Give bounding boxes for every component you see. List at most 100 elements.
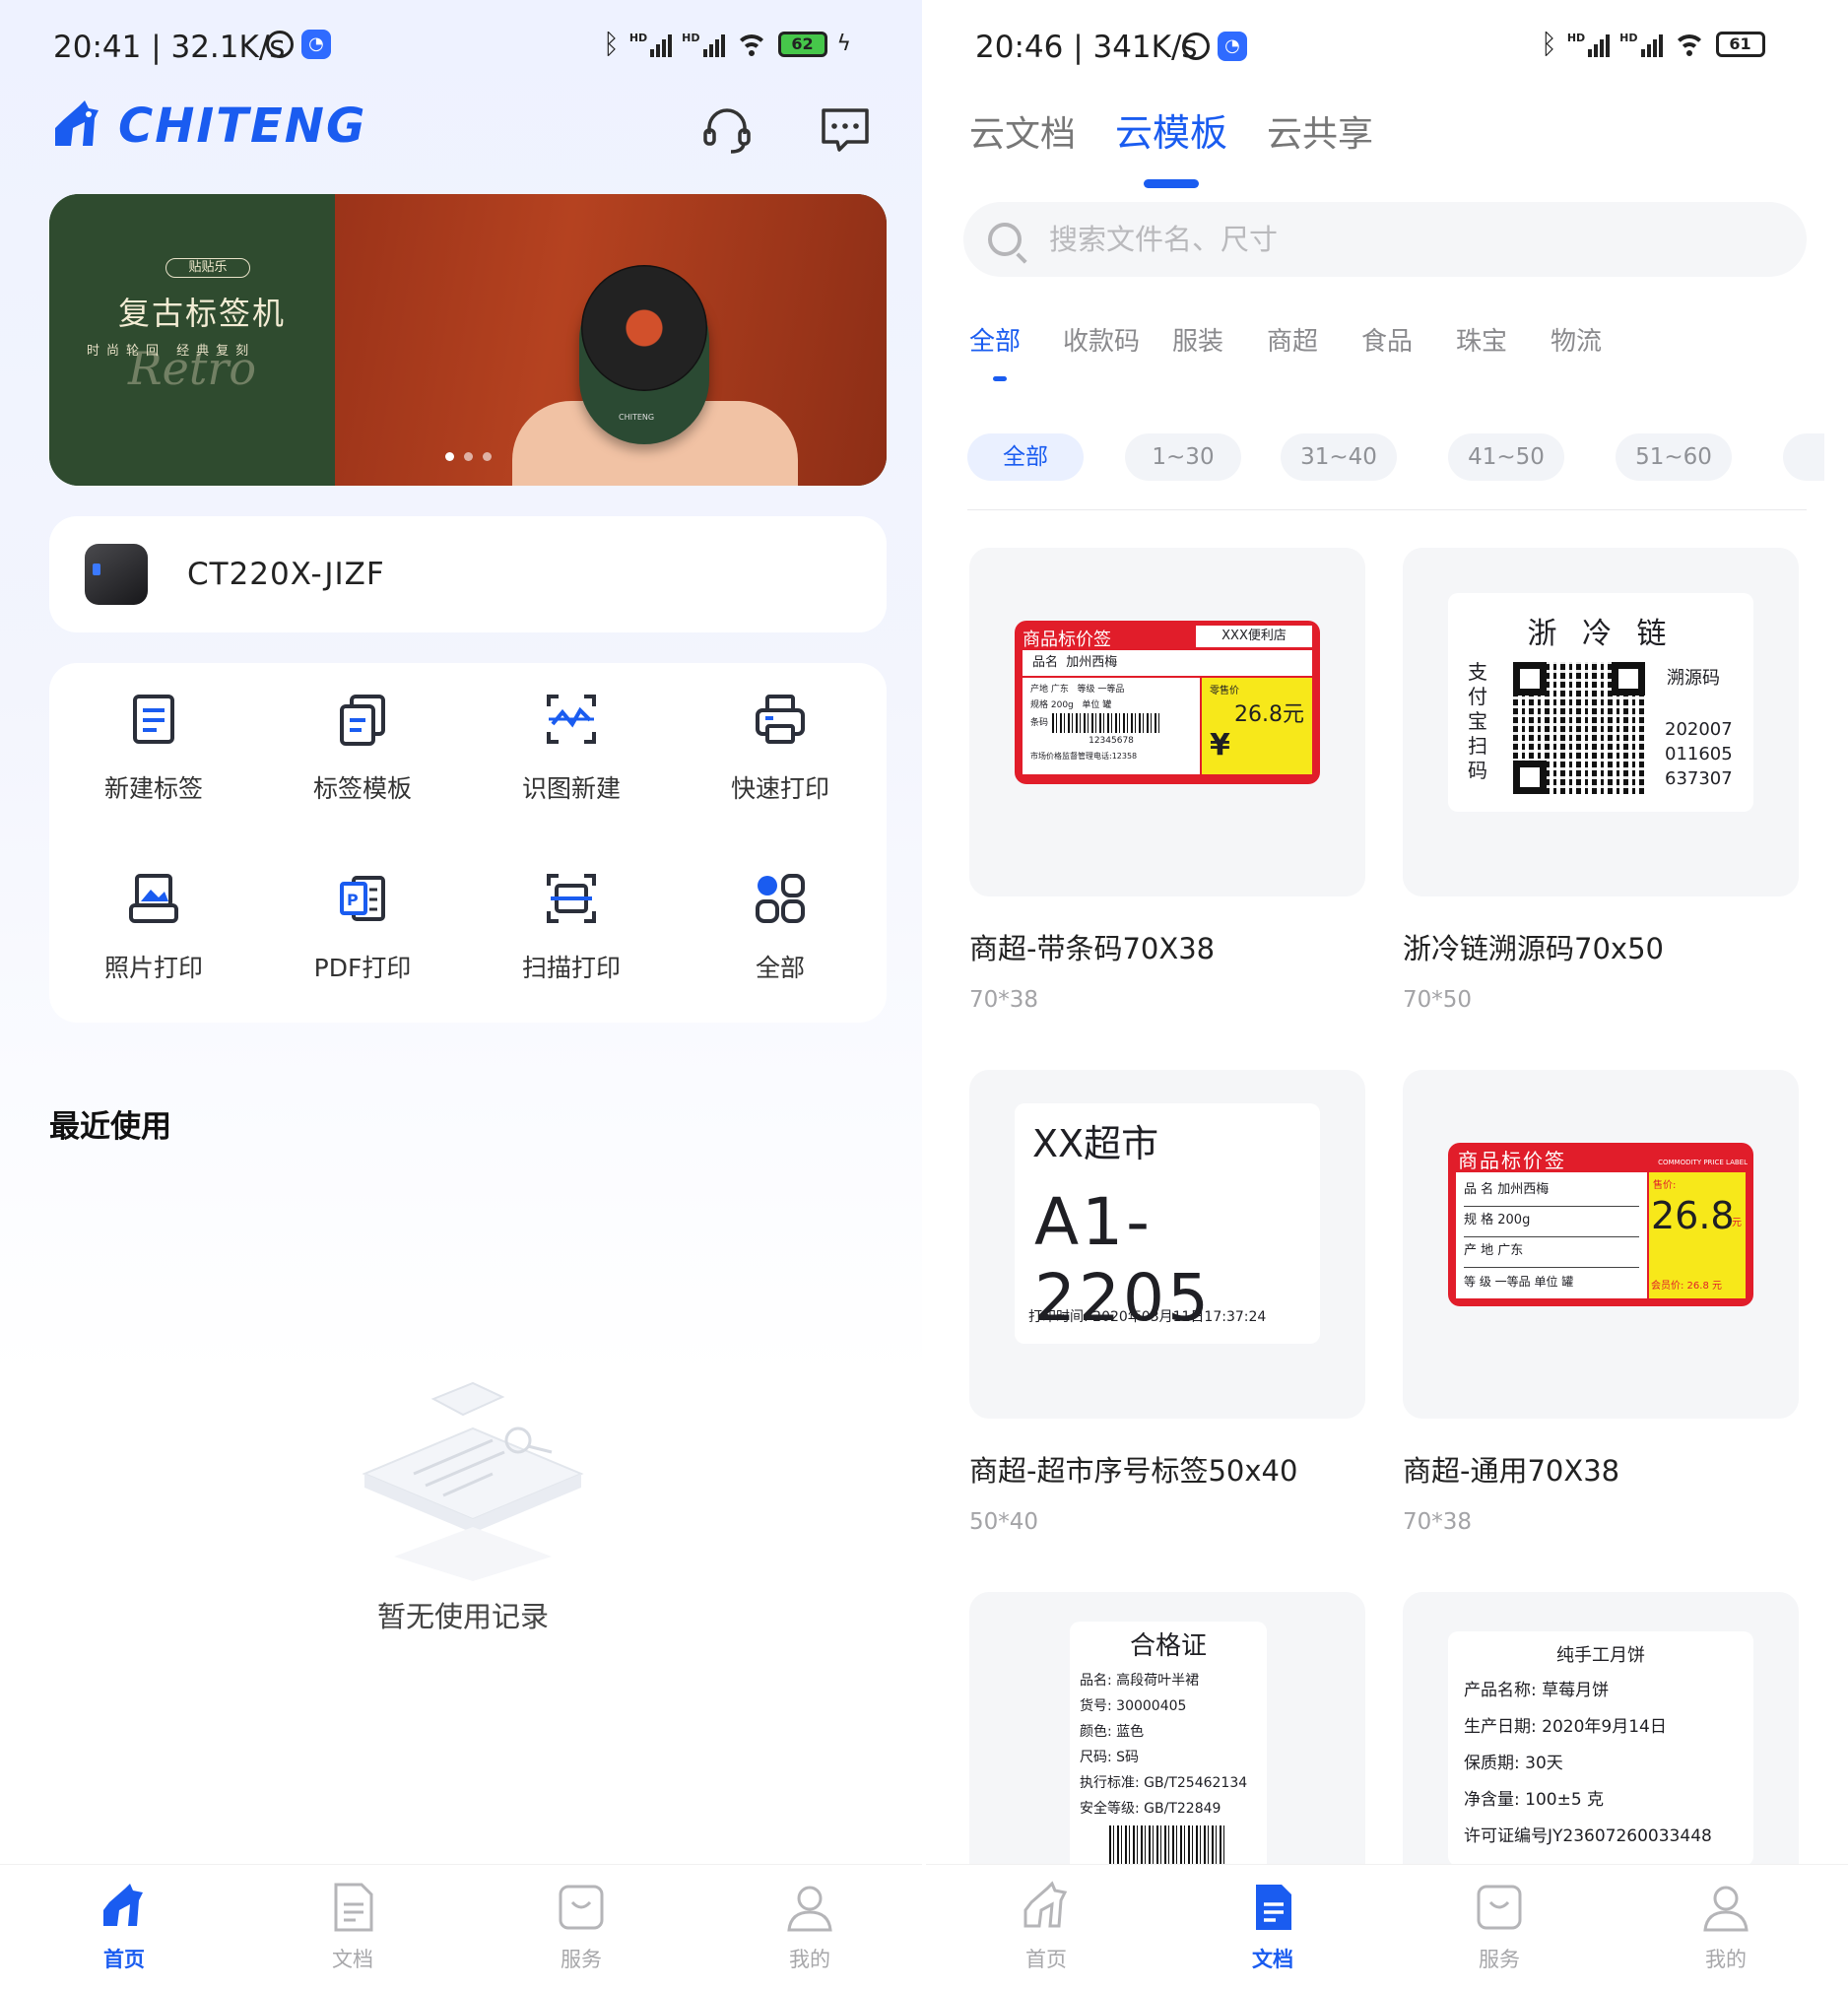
app-notify-icon: ◔ [1218, 32, 1247, 61]
recent-section-title: 最近使用 [49, 1109, 171, 1145]
template-size: 70*38 [969, 987, 1039, 1013]
template-name: 商超-超市序号标签50x40 [969, 1454, 1298, 1488]
banner-title: 复古标签机 [118, 295, 287, 332]
charging-icon: ϟ [836, 32, 852, 56]
template-card[interactable]: 商品标价签 COMMODITY PRICE LABEL 品 名 加州西梅 规 格… [1403, 1070, 1799, 1535]
profile-icon [1703, 1886, 1749, 1932]
action-all[interactable]: 全部 [676, 842, 885, 982]
customer-service-icon[interactable] [699, 102, 755, 158]
carousel-dots[interactable] [445, 452, 492, 461]
printer-icon [756, 695, 805, 744]
category-supermarket[interactable]: 商超 [1267, 321, 1318, 358]
category-indicator [993, 376, 1007, 381]
nav-services[interactable]: 服务 [1440, 1881, 1558, 1973]
home-horse-icon [1023, 1881, 1068, 1928]
category-clothing[interactable]: 服装 [1172, 321, 1223, 358]
search-bar[interactable] [963, 202, 1807, 277]
empty-records-text: 暂无使用记录 [376, 1600, 549, 1633]
template-card[interactable]: 浙 冷 链 支付宝扫码 溯源码 202007 011605 637307 浙冷链… [1403, 548, 1799, 1013]
all-apps-icon [756, 874, 805, 923]
banner-subtitle: 时尚轮回 经典复刻 [87, 344, 256, 359]
size-filter-1-30[interactable]: 1~30 [1125, 433, 1241, 481]
profile-icon [787, 1886, 832, 1932]
bottom-nav: 首页 文档 服务 我的 [926, 1864, 1848, 1990]
action-label-template[interactable]: 标签模板 [258, 663, 467, 803]
connected-device-card[interactable]: CT220X-JIZF [49, 516, 887, 632]
nav-home[interactable]: 首页 [65, 1881, 183, 1973]
category-jewelry[interactable]: 珠宝 [1456, 321, 1507, 358]
tab-cloud-templates[interactable]: 云模板 [1115, 102, 1227, 157]
status-icons: ᛒ HD HD 62 ϟ [603, 28, 851, 60]
document-icon [334, 1883, 373, 1932]
photo-print-icon [129, 874, 178, 923]
template-preview: 商品标价签 COMMODITY PRICE LABEL 品 名 加州西梅 规 格… [1403, 1070, 1799, 1419]
empty-records-illustration [362, 1381, 584, 1581]
action-quick-print[interactable]: 快速打印 [676, 663, 885, 803]
template-preview: 商品标价签 XXX便利店 品名 加州西梅 产地 广东 等级 一等品 规格 200… [969, 548, 1365, 896]
home-horse-icon [103, 1884, 143, 1926]
size-filter-more[interactable] [1783, 433, 1824, 481]
battery-level: 62 [791, 34, 814, 53]
brand-logo: CHITENG [49, 99, 366, 154]
size-filter-41-50[interactable]: 41~50 [1448, 433, 1564, 481]
tab-cloud-docs[interactable]: 云文档 [969, 105, 1076, 157]
nav-profile[interactable]: 我的 [751, 1881, 869, 1973]
bottom-nav: 首页 文档 服务 我的 [0, 1864, 926, 1990]
action-image-recognize[interactable]: 识图新建 [467, 663, 676, 803]
status-time: 20:46 | 341K/s [975, 30, 1198, 65]
battery-icon: 61 [1715, 31, 1765, 57]
template-card[interactable]: 商品标价签 XXX便利店 品名 加州西梅 产地 广东 等级 一等品 规格 200… [969, 548, 1365, 1013]
banner-badge: 贴贴乐 [165, 258, 250, 278]
template-card[interactable]: XX超市 A1-2205 打印时间: 2020年03月11日17:37:24 商… [969, 1070, 1365, 1535]
nav-documents[interactable]: 文档 [294, 1881, 412, 1973]
promo-banner[interactable]: 贴贴乐 复古标签机 Retro 时尚轮回 经典复刻 CHITENG [49, 194, 887, 486]
home-screen: 20:41 | 32.1K/s ◔ ᛒ HD HD 62 ϟ CHITENG 贴… [0, 0, 926, 1990]
quick-actions-grid: 新建标签 标签模板 识图新建 快速打印 照片打印 P PDF打印 扫描打印 全部 [49, 663, 887, 1023]
service-icon [1477, 1885, 1522, 1930]
vinyl-disc-image [581, 265, 707, 391]
nav-profile[interactable]: 我的 [1667, 1881, 1785, 1973]
tab-cloud-share[interactable]: 云共享 [1267, 105, 1373, 157]
doc-tabs: 云文档 云模板 云共享 [969, 102, 1373, 157]
barcode-image [1052, 713, 1161, 733]
device-name: CT220X-JIZF [187, 557, 385, 592]
bluetooth-icon: ᛒ [603, 28, 620, 60]
nav-documents[interactable]: 文档 [1214, 1881, 1332, 1973]
template-size: 50*40 [969, 1509, 1039, 1535]
action-photo-print[interactable]: 照片打印 [49, 842, 258, 982]
pdf-print-icon: P [340, 876, 385, 921]
banner-device-mark: CHITENG [619, 413, 655, 422]
category-food[interactable]: 食品 [1361, 321, 1413, 358]
scan-print-icon [547, 874, 596, 923]
template-preview: 浙 冷 链 支付宝扫码 溯源码 202007 011605 637307 [1403, 548, 1799, 896]
signal-1-icon: HD [629, 32, 673, 57]
category-tabs: 全部 收款码 服装 商超 食品 珠宝 物流 [969, 321, 1836, 361]
document-icon [1256, 1885, 1291, 1930]
printer-device-icon [85, 544, 148, 605]
alarm-icon [1182, 33, 1210, 60]
category-logistics[interactable]: 物流 [1551, 321, 1602, 358]
action-new-label[interactable]: 新建标签 [49, 663, 258, 803]
signal-1-icon: HD [1567, 32, 1611, 57]
nav-home[interactable]: 首页 [987, 1881, 1105, 1973]
category-all[interactable]: 全部 [969, 321, 1021, 358]
search-input[interactable] [1049, 223, 1739, 256]
bluetooth-icon: ᛒ [1541, 28, 1557, 60]
size-filter-51-60[interactable]: 51~60 [1616, 433, 1732, 481]
status-time: 20:41 | 32.1K/s [53, 30, 286, 65]
template-preview: XX超市 A1-2205 打印时间: 2020年03月11日17:37:24 [969, 1070, 1365, 1419]
message-icon[interactable] [818, 102, 873, 158]
nav-services[interactable]: 服务 [522, 1881, 640, 1973]
horse-logo-icon [55, 100, 99, 146]
size-filter-31-40[interactable]: 31~40 [1281, 433, 1397, 481]
template-size: 70*50 [1403, 987, 1473, 1013]
label-template-icon [340, 695, 385, 746]
category-payment-code[interactable]: 收款码 [1063, 321, 1140, 358]
action-scan-print[interactable]: 扫描打印 [467, 842, 676, 982]
qr-code-image [1513, 662, 1645, 794]
status-bar: 20:46 | 341K/s ◔ ᛒ HD HD 61 [926, 0, 1848, 99]
template-size: 70*38 [1403, 1509, 1473, 1535]
action-pdf-print[interactable]: P PDF打印 [258, 842, 467, 982]
size-filter-all[interactable]: 全部 [967, 433, 1084, 481]
signal-2-icon: HD [1619, 32, 1663, 57]
